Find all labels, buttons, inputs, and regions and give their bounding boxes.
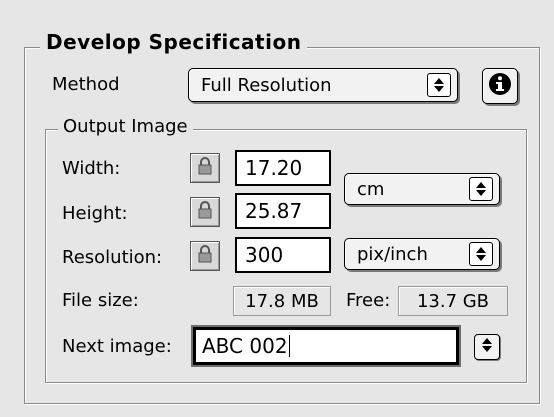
method-value: Full Resolution [201, 74, 332, 96]
width-lock-button[interactable] [190, 153, 220, 183]
resolution-units-value: pix/inch [357, 243, 428, 265]
file-size-label: File size: [62, 290, 139, 311]
section-title: Develop Specification [40, 30, 308, 54]
width-field[interactable]: 17.20 [235, 150, 331, 186]
height-field[interactable]: 25.87 [235, 193, 331, 229]
lock-icon [196, 201, 214, 223]
size-units-value: cm [357, 178, 385, 200]
up-down-arrows-icon [469, 242, 493, 266]
size-units-popup[interactable]: cm [344, 173, 500, 205]
info-icon [488, 72, 512, 100]
height-lock-button[interactable] [190, 197, 220, 227]
up-down-arrows-icon [427, 73, 451, 97]
free-space-value: 13.7 GB [398, 286, 508, 316]
up-down-arrows-icon [469, 177, 493, 201]
next-image-label: Next image: [62, 336, 172, 357]
free-label: Free: [346, 290, 391, 311]
height-label: Height: [62, 203, 128, 224]
next-image-stepper-button[interactable] [474, 334, 500, 360]
width-label: Width: [62, 158, 121, 179]
method-label: Method [52, 74, 120, 95]
info-button[interactable] [482, 68, 518, 104]
lock-icon [196, 245, 214, 267]
output-image-title: Output Image [58, 116, 193, 137]
resolution-lock-button[interactable] [190, 241, 220, 271]
file-size-value: 17.8 MB [233, 286, 331, 316]
resolution-units-popup[interactable]: pix/inch [344, 238, 500, 270]
method-popup[interactable]: Full Resolution [188, 68, 458, 102]
up-down-arrows-icon [481, 337, 493, 357]
resolution-label: Resolution: [62, 247, 163, 268]
resolution-field[interactable]: 300 [235, 237, 331, 273]
text-caret [288, 335, 290, 357]
lock-icon [196, 157, 214, 179]
next-image-value: ABC 002 [202, 334, 288, 358]
next-image-field[interactable]: ABC 002 [193, 327, 459, 365]
